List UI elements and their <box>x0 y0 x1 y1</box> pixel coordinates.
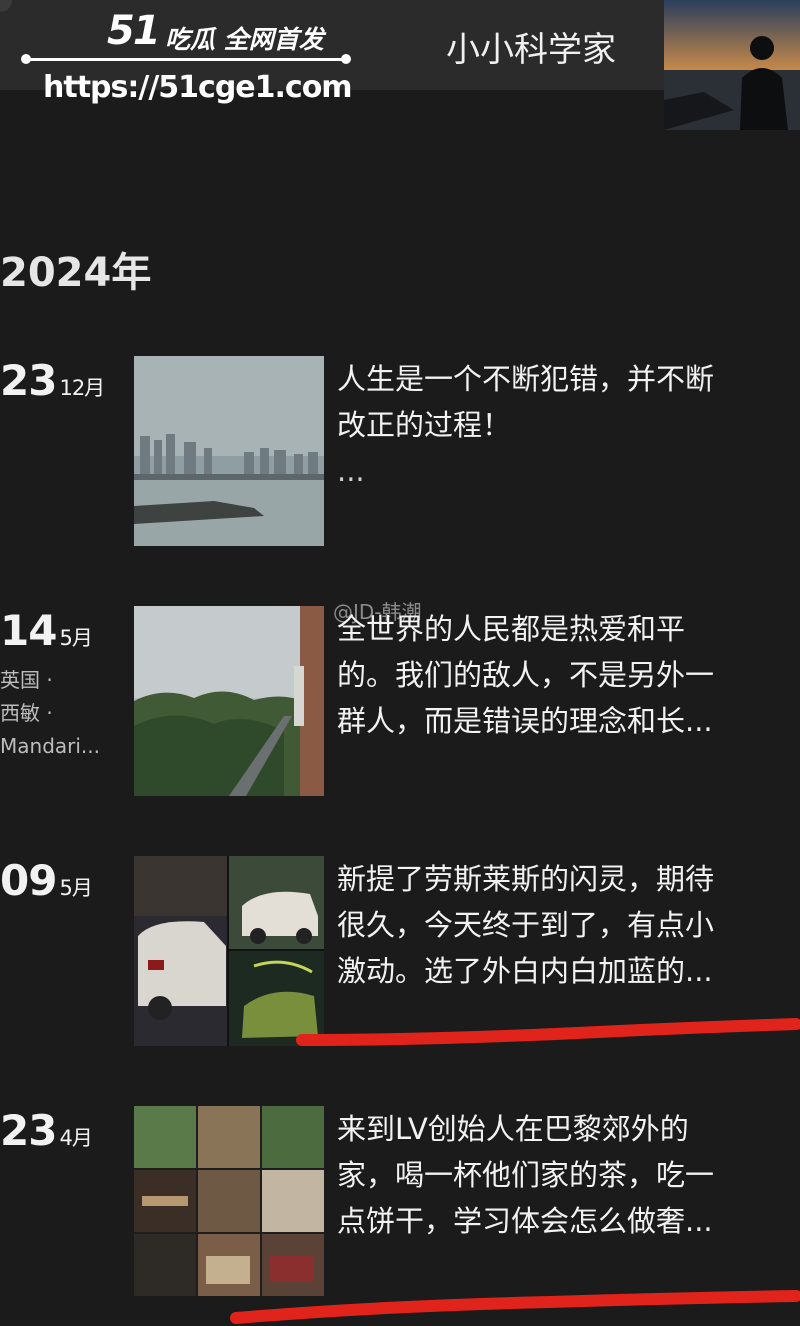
post-photo-grid-lv-home[interactable] <box>134 1106 324 1296</box>
post-text[interactable]: 新提了劳斯莱斯的闪灵，期待 很久，今天终于到了，有点小 激动。选了外白内白加蓝的… <box>337 856 777 994</box>
timeline-entry[interactable]: 23 12月 人生是一个不断犯错，并不断 改正的过程！ ... <box>0 356 800 556</box>
timeline-entry[interactable]: 14 5月 英国 · 西敏 · Mandari... @JD-韩潮 全世界的人民都是热… <box>0 600 800 806</box>
profile-name: 小小科学家 <box>446 30 616 70</box>
watermark-dot <box>341 54 351 64</box>
profile-cover-photo[interactable] <box>664 0 800 130</box>
post-text[interactable]: 人生是一个不断犯错，并不断 改正的过程！ ... <box>337 356 777 494</box>
watermark-brand-number: 51 <box>107 8 161 54</box>
entry-date: 14 5月 <box>0 606 93 655</box>
post-photo-skyline[interactable] <box>134 356 324 546</box>
post-text[interactable]: 全世界的人民都是热爱和平 的。我们的敌人，不是另外一 群人，而是错误的理念和长.… <box>337 606 777 744</box>
post-text[interactable]: 来到LV创始人在巴黎郊外的 家，喝一杯他们家的茶，吃一 点饼干，学习体会怎么做奢… <box>337 1106 777 1244</box>
watermark-brand-tag: 吃瓜 全网首发 <box>165 25 324 54</box>
year-heading: 2024年 <box>0 250 152 296</box>
watermark-url: https://51cge1.com <box>43 70 353 105</box>
post-photo-london-view[interactable] <box>134 606 324 796</box>
red-underline-annotation <box>296 1018 800 1046</box>
entry-date: 23 4月 <box>0 1106 93 1155</box>
entry-location: 英国 · 西敏 · Mandari... <box>0 668 100 758</box>
entry-date: 23 12月 <box>0 356 105 405</box>
entry-date: 09 5月 <box>0 856 93 905</box>
watermark-line <box>27 58 347 61</box>
watermark-dot <box>21 54 31 64</box>
watermark: 51 吃瓜 全网首发 https://51cge1.com <box>15 6 355 110</box>
timeline-entry[interactable]: 23 4月 来到LV创始人在巴黎郊外的 家，喝一杯他们家的茶，吃一 点饼干，学习体… <box>0 1106 800 1306</box>
red-underline-annotation <box>230 1290 800 1324</box>
